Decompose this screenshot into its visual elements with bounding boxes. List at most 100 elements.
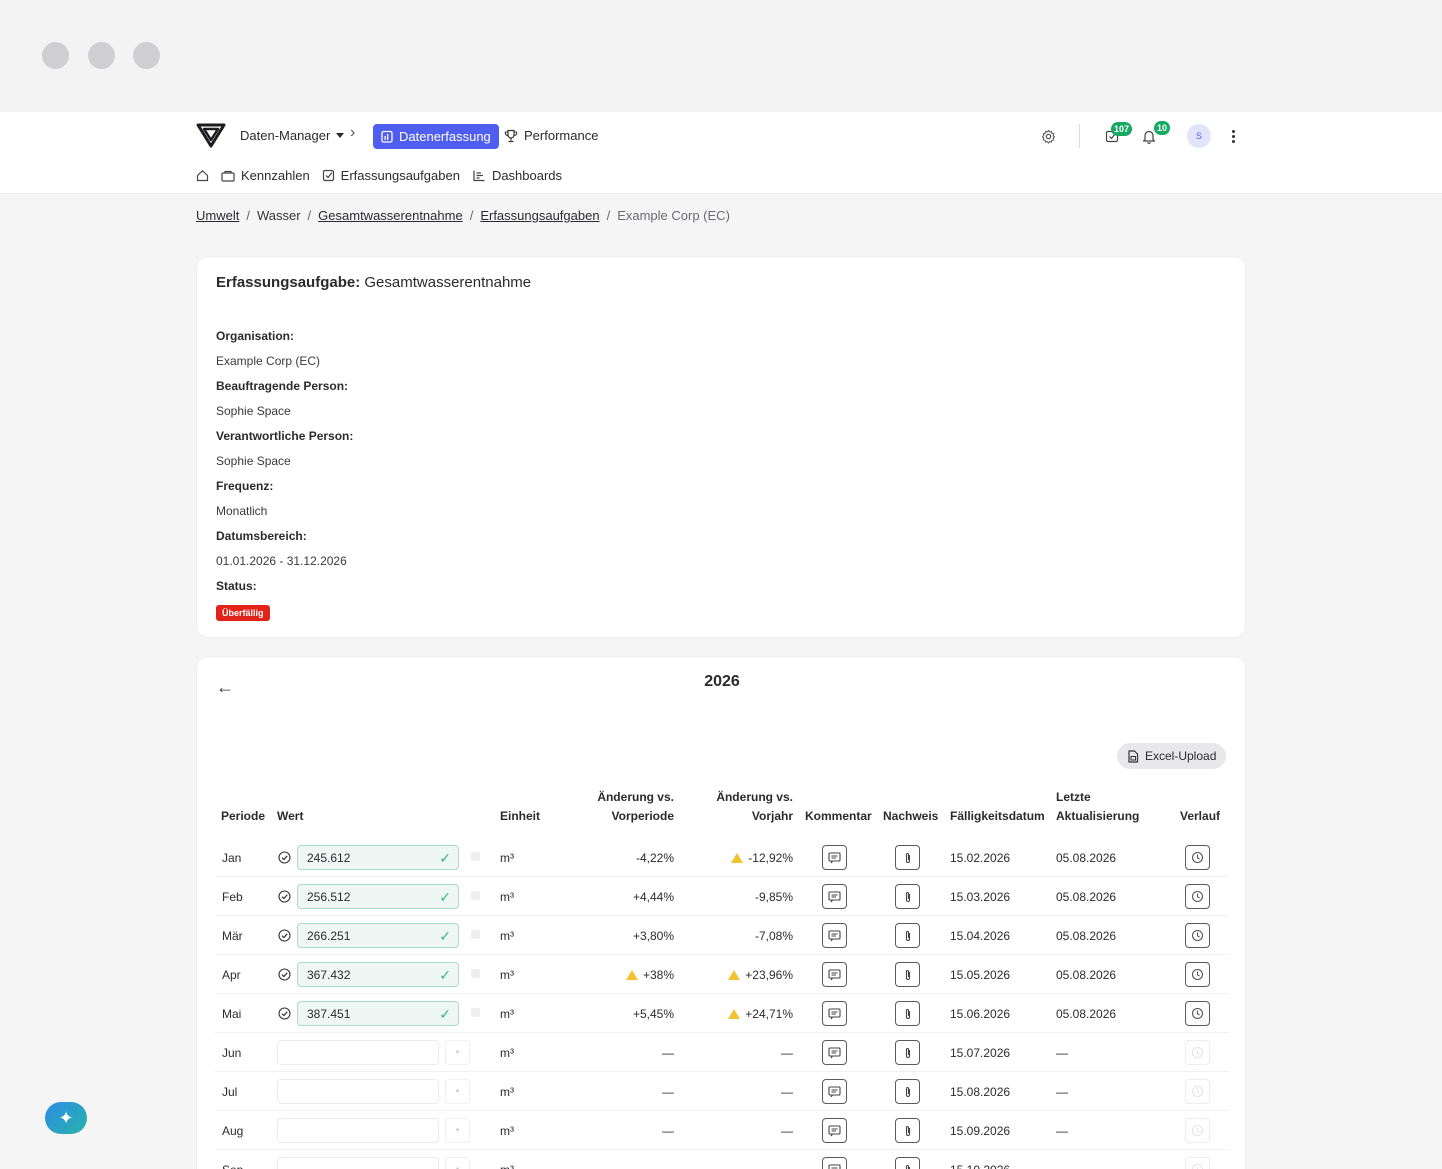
breadcrumb-gesamtwasserentnahme[interactable]: Gesamtwasserentnahme	[318, 208, 463, 223]
change-prev-period-cell: +38%	[575, 955, 674, 994]
sparkle-icon[interactable]: ✦	[45, 1102, 87, 1134]
trash-icon[interactable]: ▪	[445, 1118, 470, 1143]
attachment-button[interactable]	[895, 1040, 920, 1065]
comment-button[interactable]	[822, 1118, 847, 1143]
avatar[interactable]: S	[1187, 124, 1211, 148]
excel-upload-button[interactable]: Excel-Upload	[1117, 743, 1227, 769]
task-title-value: Gesamtwasserentnahme	[364, 274, 532, 291]
check-icon: ✓	[439, 928, 451, 944]
history-button[interactable]	[1185, 923, 1210, 948]
check-icon: ✓	[439, 1006, 451, 1022]
value-input[interactable]	[277, 1040, 439, 1065]
attachment-button[interactable]	[895, 1157, 920, 1169]
change-prev-year-cell: —	[695, 1072, 793, 1111]
attachment-button[interactable]	[895, 923, 920, 948]
window-titlebar	[0, 0, 1442, 112]
kebab-icon[interactable]	[1226, 126, 1240, 146]
submitted-status	[278, 838, 291, 877]
window-close-dot[interactable]	[42, 42, 69, 69]
history-button[interactable]	[1185, 1040, 1210, 1065]
trash-icon[interactable]	[471, 852, 480, 861]
history-button[interactable]	[1185, 1157, 1210, 1169]
col-header-nachweis: Nachweis	[883, 809, 939, 823]
trash-icon[interactable]	[471, 891, 480, 900]
folder-icon	[221, 170, 235, 182]
history-button[interactable]	[1185, 1001, 1210, 1026]
breadcrumb-erfassungsaufgaben[interactable]: Erfassungsaufgaben	[480, 208, 599, 223]
value-input[interactable]	[277, 1079, 439, 1104]
comment-button[interactable]	[822, 845, 847, 870]
breadcrumb-umwelt[interactable]: Umwelt	[196, 208, 239, 223]
history-button[interactable]	[1185, 845, 1210, 870]
subnav-erfassungsaufgaben[interactable]: Erfassungsaufgaben	[322, 168, 460, 183]
nav-performance[interactable]: Performance	[504, 128, 598, 143]
value-input[interactable]: 256.512 ✓	[297, 884, 459, 909]
submitted-status	[278, 955, 291, 994]
unit-cell: m³	[500, 1006, 514, 1021]
due-date-cell: 15.10.2026	[950, 1150, 1010, 1169]
change-prev-period-cell: +4,44%	[575, 877, 674, 916]
value-input[interactable]	[277, 1118, 439, 1143]
change-prev-year-value: —	[781, 1084, 793, 1099]
attachment-button[interactable]	[895, 962, 920, 987]
settings-button[interactable]	[1038, 126, 1058, 146]
period-cell: Jul	[222, 1084, 238, 1099]
value-input[interactable]: 387.451 ✓	[297, 1001, 459, 1026]
value-input[interactable]: 245.612 ✓	[297, 845, 459, 870]
window-minimize-dot[interactable]	[88, 42, 115, 69]
last-updated-cell: 05.08.2026	[1056, 967, 1117, 982]
value-input[interactable]: 367.432 ✓	[297, 962, 459, 987]
logo-icon[interactable]	[196, 120, 226, 148]
value-input[interactable]: 266.251 ✓	[297, 923, 459, 948]
history-button[interactable]	[1185, 1118, 1210, 1143]
trash-icon[interactable]: ▪	[445, 1157, 470, 1169]
history-button[interactable]	[1185, 884, 1210, 909]
nav-datenerfassung[interactable]: Datenerfassung	[373, 124, 499, 149]
comment-button[interactable]	[822, 1157, 847, 1169]
trash-icon[interactable]	[471, 930, 480, 939]
comment-button[interactable]	[822, 884, 847, 909]
subnav-kennzahlen[interactable]: Kennzahlen	[221, 168, 310, 183]
attachment-button[interactable]	[895, 884, 920, 909]
comment-button[interactable]	[822, 1040, 847, 1065]
due-date-cell: 15.05.2026	[950, 967, 1011, 982]
history-button[interactable]	[1185, 962, 1210, 987]
clock-icon	[1191, 1163, 1204, 1169]
table-row: Sep ▪ m³ — — 15.10.2026 —	[215, 1150, 1229, 1169]
comment-button[interactable]	[822, 1001, 847, 1026]
attachment-button[interactable]	[895, 845, 920, 870]
comment-button[interactable]	[822, 923, 847, 948]
top-navigation: Daten-Manager › Datenerfassung Performan…	[0, 112, 1442, 194]
attachment-button[interactable]	[895, 1001, 920, 1026]
change-prev-period-value: —	[662, 1123, 674, 1138]
table-row: Jan 245.612 ✓ m³ -4,22% -12,92% 15.02.2026 05.0…	[215, 838, 1229, 877]
trash-icon[interactable]: ▪	[445, 1079, 470, 1104]
chevron-right-icon: ›	[350, 124, 356, 141]
trash-icon[interactable]	[471, 969, 480, 978]
trash-icon[interactable]: ▪	[445, 1040, 470, 1065]
breadcrumb-current: Example Corp (EC)	[617, 208, 730, 223]
col-header-vorjahr-line2: Vorjahr	[751, 809, 793, 823]
trash-icon[interactable]	[471, 1008, 480, 1017]
last-updated-cell: —	[1056, 1084, 1068, 1099]
subnav-home[interactable]	[196, 169, 209, 182]
table-row: Apr 367.432 ✓ m³ +38% +23,96% 15.05.2026 05.08.…	[215, 955, 1229, 994]
nav-divider	[1079, 124, 1080, 148]
col-header-periode: Periode	[221, 809, 266, 823]
responsible-value: Sophie Space	[216, 454, 291, 468]
comment-button[interactable]	[822, 962, 847, 987]
attachment-button[interactable]	[895, 1118, 920, 1143]
comment-icon	[828, 851, 841, 863]
value-input[interactable]	[277, 1157, 439, 1169]
data-entry-card: ← 2026 Excel-Upload Periode Wert Einheit…	[196, 656, 1246, 1169]
change-prev-year-cell: —	[695, 1111, 793, 1150]
history-button[interactable]	[1185, 1079, 1210, 1104]
window-maximize-dot[interactable]	[133, 42, 160, 69]
data-manager-dropdown[interactable]: Daten-Manager	[240, 128, 345, 143]
change-prev-year-cell: —	[695, 1033, 793, 1072]
period-cell: Feb	[222, 889, 243, 904]
comment-button[interactable]	[822, 1079, 847, 1104]
subnav-dashboards[interactable]: Dashboards	[472, 168, 562, 183]
attachment-button[interactable]	[895, 1079, 920, 1104]
col-header-wert: Wert	[277, 809, 304, 823]
